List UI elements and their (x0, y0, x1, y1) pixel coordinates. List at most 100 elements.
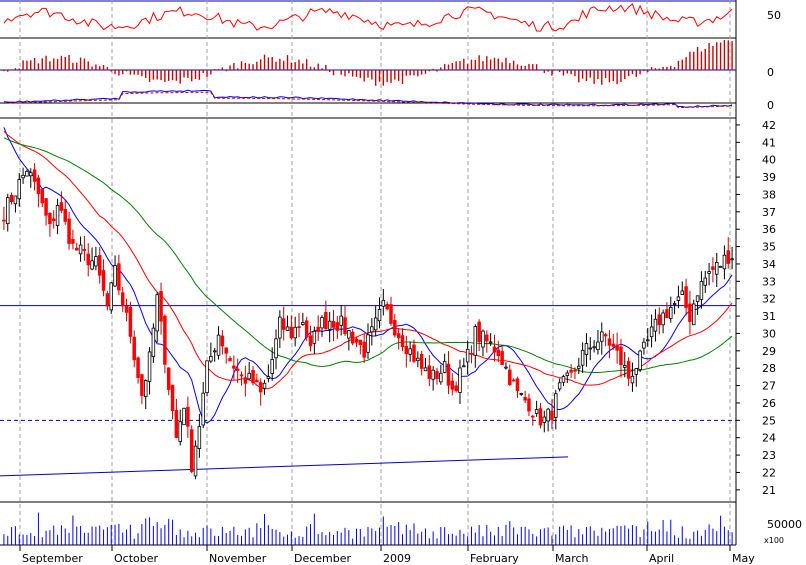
candle-body (25, 170, 29, 177)
candle-body (189, 429, 194, 472)
candle-body (105, 293, 110, 307)
candle-body (232, 365, 236, 369)
candle-body (393, 319, 397, 336)
histogram-axis-label: 0 (767, 66, 774, 79)
candle-body (201, 392, 205, 426)
candle-body (450, 380, 455, 390)
candle-body (454, 385, 458, 392)
candle-body (500, 351, 504, 365)
candle-body (657, 314, 662, 326)
trendline (0, 456, 569, 477)
candle-body (458, 367, 462, 393)
macd-line (3, 89, 733, 108)
price-tick-label-15: 36 (762, 223, 776, 236)
price-tick-label-8: 29 (762, 345, 776, 358)
candle-body (596, 341, 600, 351)
month-label-2: November (209, 552, 267, 565)
moving-average-10 (3, 127, 733, 424)
candle-body (619, 346, 623, 366)
candle-body (661, 312, 665, 326)
candle-body (13, 195, 18, 205)
candle-body (90, 260, 94, 270)
candle-body (442, 360, 447, 373)
candle-body (143, 380, 148, 397)
candle-body (423, 367, 428, 372)
price-tick-label-5: 26 (762, 397, 776, 410)
candle-body (113, 265, 117, 287)
candle-body (477, 321, 481, 343)
candle-body (404, 345, 409, 355)
candle-body (101, 270, 106, 291)
candle-body (707, 271, 711, 274)
candle-body (17, 179, 21, 200)
price-tick-label-0: 21 (762, 484, 776, 497)
macd-axis-label: 0 (767, 99, 774, 112)
candle-body (465, 348, 470, 363)
candle-body (220, 335, 225, 347)
candle-body (439, 372, 443, 383)
candle-body (680, 290, 685, 295)
candle-body (212, 350, 217, 353)
candle-body (155, 294, 159, 332)
candle-body (603, 334, 608, 337)
candle-body (9, 194, 14, 202)
candle-body (136, 357, 140, 378)
price-tick-label-2: 23 (762, 449, 776, 462)
candle-body (170, 384, 175, 411)
candle-body (396, 333, 401, 339)
candle-body (446, 363, 451, 386)
candle-body (469, 352, 474, 355)
candle-body (703, 277, 707, 286)
candle-body (71, 238, 75, 244)
candle-body (301, 322, 305, 325)
candle-body (565, 372, 570, 376)
candle-body (132, 336, 136, 361)
candle-body (684, 286, 688, 309)
candle-body (400, 335, 405, 348)
candle-body (623, 365, 627, 368)
candle-body (653, 318, 658, 332)
candle-body (580, 349, 585, 366)
candle-body (373, 317, 378, 331)
candle-body (266, 376, 271, 379)
candle-body (722, 254, 727, 270)
candle-body (607, 338, 612, 346)
candle-body (159, 291, 163, 322)
candle-body (638, 350, 642, 370)
candle-body (366, 334, 370, 353)
candle-body (324, 311, 328, 330)
candle-body (304, 320, 309, 338)
volume-axis-label: 50000 (767, 518, 802, 531)
price-tick-label-6: 27 (762, 380, 776, 393)
candle-body (485, 334, 489, 342)
candle-body (634, 368, 639, 375)
candle-body (523, 397, 527, 401)
candle-body (577, 365, 581, 369)
candle-body (197, 426, 202, 449)
month-label-4: 2009 (383, 552, 411, 565)
volume-panel (3, 512, 733, 545)
month-label-0: September (22, 552, 83, 565)
candle-body (488, 341, 493, 344)
candle-body (646, 339, 650, 342)
candle-body (193, 445, 198, 477)
candle-body (120, 292, 125, 307)
price-panel (0, 127, 736, 480)
price-tick-label-16: 37 (762, 206, 776, 219)
candle-body (205, 360, 209, 393)
candle-body (51, 218, 56, 222)
month-label-5: February (470, 552, 519, 565)
candle-body (124, 305, 129, 313)
candle-body (695, 295, 700, 303)
candle-body (370, 326, 374, 333)
candle-body (235, 368, 240, 371)
candle-body (32, 169, 37, 182)
candle-body (462, 365, 466, 368)
candle-body (182, 407, 186, 426)
candle-body (74, 247, 79, 251)
candle-body (44, 198, 48, 216)
price-tick-label-20: 41 (762, 136, 776, 149)
candle-body (600, 331, 604, 342)
candle-body (228, 357, 232, 362)
candle-body (573, 369, 577, 372)
